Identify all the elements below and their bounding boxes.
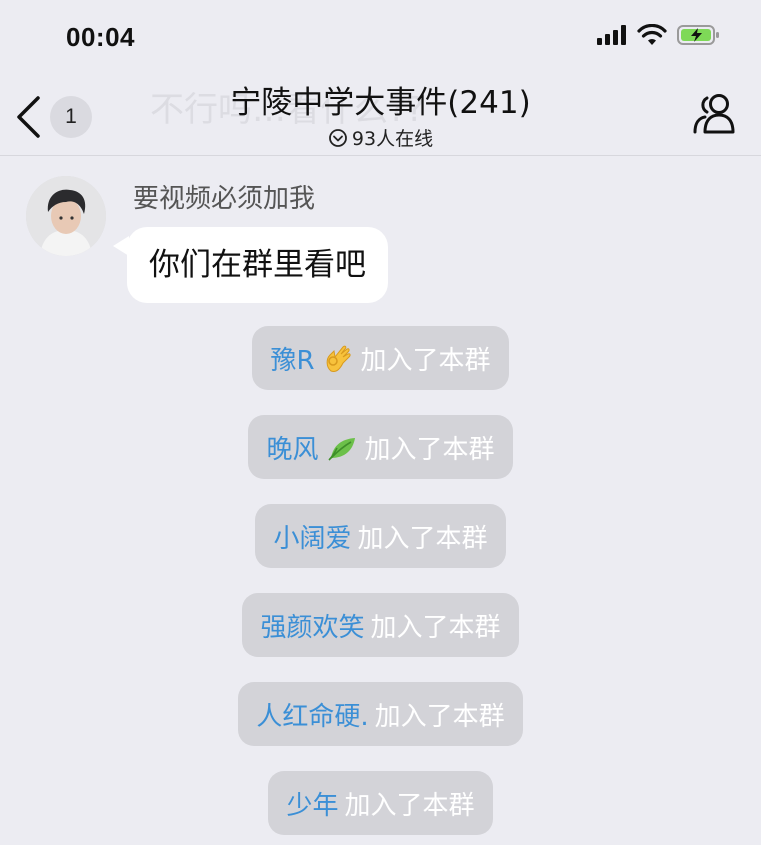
group-members-icon bbox=[693, 94, 735, 134]
notice-row: 人红命硬. 加入了本群 bbox=[0, 682, 761, 746]
header-title-block: 宁陵中学大事件(241) 93人在线 bbox=[0, 84, 761, 152]
notice-username[interactable]: 晚风 bbox=[266, 429, 318, 466]
status-time: 00:04 bbox=[66, 22, 135, 52]
ok-hand-emoji-icon bbox=[326, 345, 351, 372]
notice-username[interactable]: 小阔爱 bbox=[273, 518, 351, 555]
notice-suffix: 加入了本群 bbox=[357, 523, 488, 554]
join-notice: 晚风 加入了本群 bbox=[248, 415, 513, 479]
notice-row: 晚风 加入了本群 bbox=[0, 415, 761, 479]
online-status[interactable]: 93人在线 bbox=[328, 124, 433, 151]
group-title[interactable]: 宁陵中学大事件(241) bbox=[0, 84, 761, 122]
avatar-portrait bbox=[26, 176, 106, 256]
notice-row: 小阔爱 加入了本群 bbox=[0, 504, 761, 568]
online-count: 93人在线 bbox=[351, 128, 434, 150]
join-notice: 人红命硬. 加入了本群 bbox=[238, 682, 523, 746]
notice-suffix: 加入了本群 bbox=[370, 612, 501, 643]
group-members-button[interactable] bbox=[689, 90, 739, 138]
message-bubble[interactable]: 你们在群里看吧 bbox=[127, 227, 388, 303]
notice-username[interactable]: 人红命硬. bbox=[256, 696, 368, 733]
join-notice: 豫R 加入了本群 bbox=[252, 326, 509, 390]
chat-screen: 00:04 不行吗…看什么?? 1 宁陵中学大事件(241) 93人在线 要视频… bbox=[0, 0, 761, 845]
notice-suffix: 加入了本群 bbox=[344, 790, 475, 821]
notice-username[interactable]: 少年 bbox=[286, 785, 338, 822]
leaf-emoji-icon bbox=[327, 438, 355, 461]
chat-header: 不行吗…看什么?? 1 宁陵中学大事件(241) 93人在线 bbox=[0, 72, 761, 156]
battery-charging-icon bbox=[677, 25, 719, 45]
wifi-icon bbox=[637, 24, 667, 45]
notice-suffix: 加入了本群 bbox=[374, 701, 505, 732]
notice-suffix: 加入了本群 bbox=[360, 345, 491, 376]
notice-row: 豫R 加入了本群 bbox=[0, 326, 761, 390]
join-notice: 少年 加入了本群 bbox=[268, 771, 493, 835]
notice-row: 强颜欢笑 加入了本群 bbox=[0, 593, 761, 657]
status-icons bbox=[597, 24, 721, 46]
notice-suffix: 加入了本群 bbox=[364, 434, 495, 465]
chevron-down-circle-icon bbox=[329, 128, 347, 147]
join-notice: 强颜欢笑 加入了本群 bbox=[242, 593, 519, 657]
status-bar: 00:04 bbox=[0, 0, 761, 72]
notice-row: 少年 加入了本群 bbox=[0, 771, 761, 835]
sender-name: 要视频必须加我 bbox=[133, 184, 316, 214]
notice-username[interactable]: 豫R bbox=[270, 340, 314, 377]
signal-icon bbox=[597, 25, 626, 45]
join-notice: 小阔爱 加入了本群 bbox=[255, 504, 506, 568]
notice-username[interactable]: 强颜欢笑 bbox=[260, 607, 364, 644]
sender-avatar[interactable] bbox=[26, 176, 106, 256]
